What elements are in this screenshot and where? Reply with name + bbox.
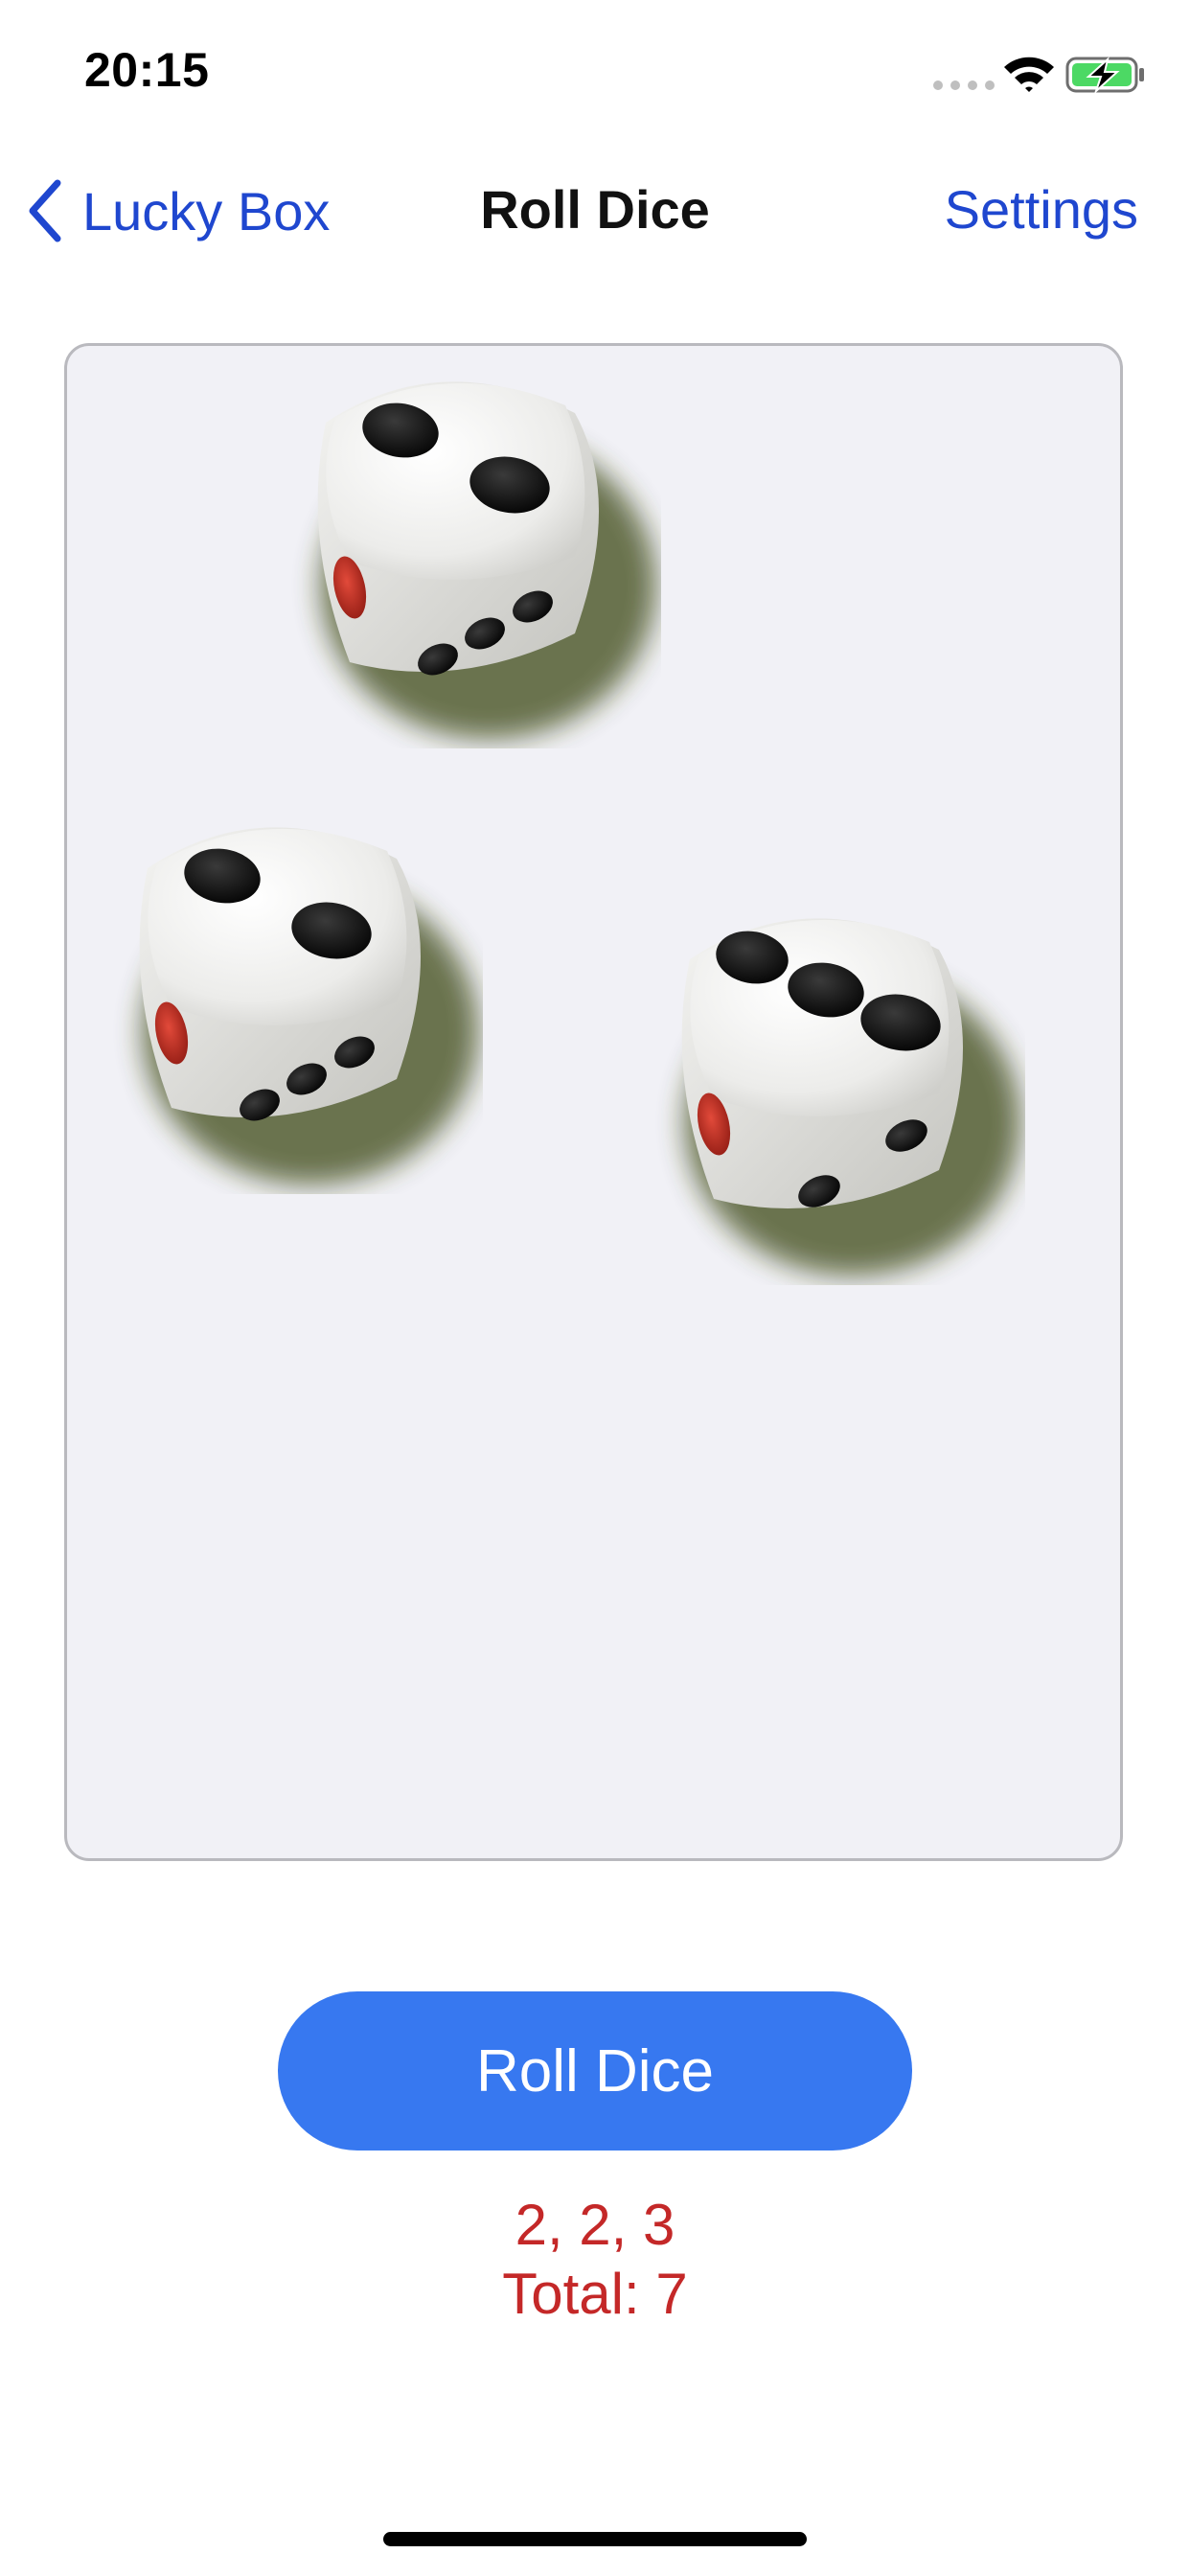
status-time: 20:15	[84, 43, 210, 97]
dice-area	[64, 343, 1123, 1861]
battery-charging-icon	[1065, 57, 1144, 94]
home-indicator[interactable]	[383, 2532, 807, 2546]
die-2	[139, 827, 478, 1184]
die-1	[317, 381, 656, 739]
roll-result: 2, 2, 3 Total: 7	[0, 2191, 1190, 2329]
roll-values: 2, 2, 3	[515, 2193, 675, 2257]
signal-icon	[933, 80, 995, 90]
roll-dice-button[interactable]: Roll Dice	[278, 1991, 912, 2150]
roll-total: Total: 7	[502, 2262, 688, 2326]
settings-button[interactable]: Settings	[945, 178, 1138, 241]
app-screen: 20:15 Lucky Box Roll Dice Settings Roll …	[0, 0, 1190, 2576]
die-3	[681, 918, 1020, 1276]
wifi-icon	[1004, 57, 1054, 92]
